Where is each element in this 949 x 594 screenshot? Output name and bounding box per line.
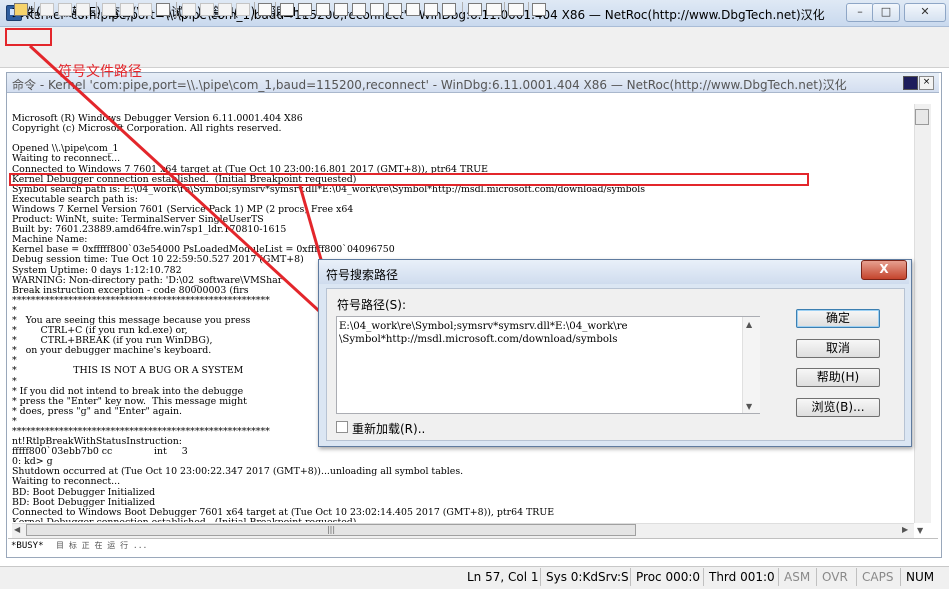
toolbar [0,47,949,68]
copy-icon[interactable] [58,3,72,16]
status-line-col: Ln 57, Col 1 [467,570,539,584]
scroll-down-arrow-icon[interactable]: ▼ [746,402,752,411]
step-out-icon[interactable] [218,3,232,16]
symbol-path-value[interactable]: E:\04_work\re\Symbol;symsrv*symsrv.dll*E… [339,320,739,346]
toolbar-separator [504,2,505,18]
menu-bar [0,27,949,47]
toolbar-separator [34,2,35,18]
scratch-pad-icon[interactable] [406,3,420,16]
symbol-path-highlight-box [9,173,809,186]
dialog-close-button[interactable]: X [861,260,907,280]
watch-window-icon[interactable] [298,3,312,16]
command-window-icon[interactable] [280,3,294,16]
cancel-button[interactable]: 取消 [796,339,880,358]
reload-label: 重新加载(R).. [352,422,426,436]
help-button[interactable]: 帮助(H) [796,368,880,387]
scroll-right-arrow-icon[interactable]: ▶ [902,525,908,534]
status-ovr: OVR [822,570,848,584]
reload-checkbox[interactable] [336,421,348,433]
status-separator [816,568,817,586]
browse-button[interactable]: 浏览(B)... [796,398,880,417]
locals-window-icon[interactable] [316,3,330,16]
disassembly-window-icon[interactable] [388,3,402,16]
break-icon[interactable] [156,3,170,16]
output-line: Kernel Debugger connection established. … [12,517,912,522]
minimize-button[interactable]: – [846,3,874,22]
file-menu-highlight-box [5,28,52,46]
run-to-cursor-icon[interactable] [236,3,250,16]
scroll-down-arrow-icon[interactable]: ▼ [917,526,923,535]
toolbar-separator [254,2,255,18]
source-mode-icon[interactable] [442,3,456,16]
output-vertical-scroll-thumb[interactable] [915,109,929,125]
output-line: Built by: 7601.23889.amd64fre.win7sp1_ld… [12,224,287,236]
status-caps: CAPS [862,570,894,584]
status-num: NUM [906,570,935,584]
open-file-icon[interactable] [14,3,28,16]
dialog-title: 符号搜索路径 [326,268,399,282]
output-line: Opened \\.\pipe\com_1 [12,143,119,155]
command-input-row [8,538,938,555]
status-asm: ASM [784,570,811,584]
output-line: Shutdown occurred at (Tue Oct 10 23:00:2… [12,466,464,478]
paste-icon[interactable] [76,3,90,16]
status-separator [703,568,704,586]
status-separator [856,568,857,586]
go-icon[interactable] [102,3,116,16]
status-thrd: Thrd 001:0 [709,570,775,584]
toolbar-separator [96,2,97,18]
output-line: Symbol search path is: E:\04_work\re\Sym… [12,183,646,195]
step-into-icon[interactable] [182,3,196,16]
toolbar-separator [275,2,276,18]
status-separator [778,568,779,586]
scroll-up-arrow-icon[interactable]: ▲ [746,320,752,329]
cut-icon[interactable] [40,3,54,16]
toolbar-separator [462,2,463,18]
step-over-icon[interactable] [200,3,214,16]
output-horizontal-scroll-thumb[interactable]: ||| [26,524,636,536]
call-stack-window-icon[interactable] [370,3,384,16]
hex-display-icon[interactable] [486,3,502,16]
registers-window-icon[interactable] [334,3,348,16]
command-window-close-icon[interactable]: × [919,76,934,90]
output-line: fffff800`03ebb7b0 cc int 3 [12,446,188,458]
stop-debugging-icon[interactable] [138,3,152,16]
scroll-left-arrow-icon[interactable]: ◀ [14,525,20,534]
command-input[interactable]: 目 标 正 在 运 行 ... [56,540,147,551]
status-separator [630,568,631,586]
processes-threads-icon[interactable] [424,3,438,16]
maximize-button[interactable]: □ [872,3,900,22]
busy-indicator: *BUSY* [11,541,44,551]
restart-icon[interactable] [120,3,134,16]
status-separator [540,568,541,586]
font-icon[interactable] [508,3,524,16]
close-window-button[interactable]: ✕ [904,3,946,22]
output-vertical-scrollbar[interactable] [914,104,931,523]
annotation-label: 符号文件路径 [58,64,142,80]
ok-button[interactable]: 确定 [796,309,880,328]
command-window-dock-icon[interactable] [903,76,918,90]
toolbar-separator [528,2,529,18]
toolbar-separator [176,2,177,18]
status-sys: Sys 0:KdSrv:S [546,570,629,584]
symbol-path-label: 符号路径(S): [337,298,407,312]
symbol-path-scrollbar[interactable] [742,317,760,413]
memory-window-icon[interactable] [352,3,366,16]
hand-breakpoint-icon[interactable] [258,3,272,16]
status-proc: Proc 000:0 [636,570,701,584]
source-mode-toggle-icon[interactable] [468,3,482,16]
options-icon[interactable] [532,3,546,16]
status-separator [900,568,901,586]
dialog-title-bar [319,260,909,284]
output-line: Copyright (c) Microsoft Corporation. All… [12,123,282,135]
